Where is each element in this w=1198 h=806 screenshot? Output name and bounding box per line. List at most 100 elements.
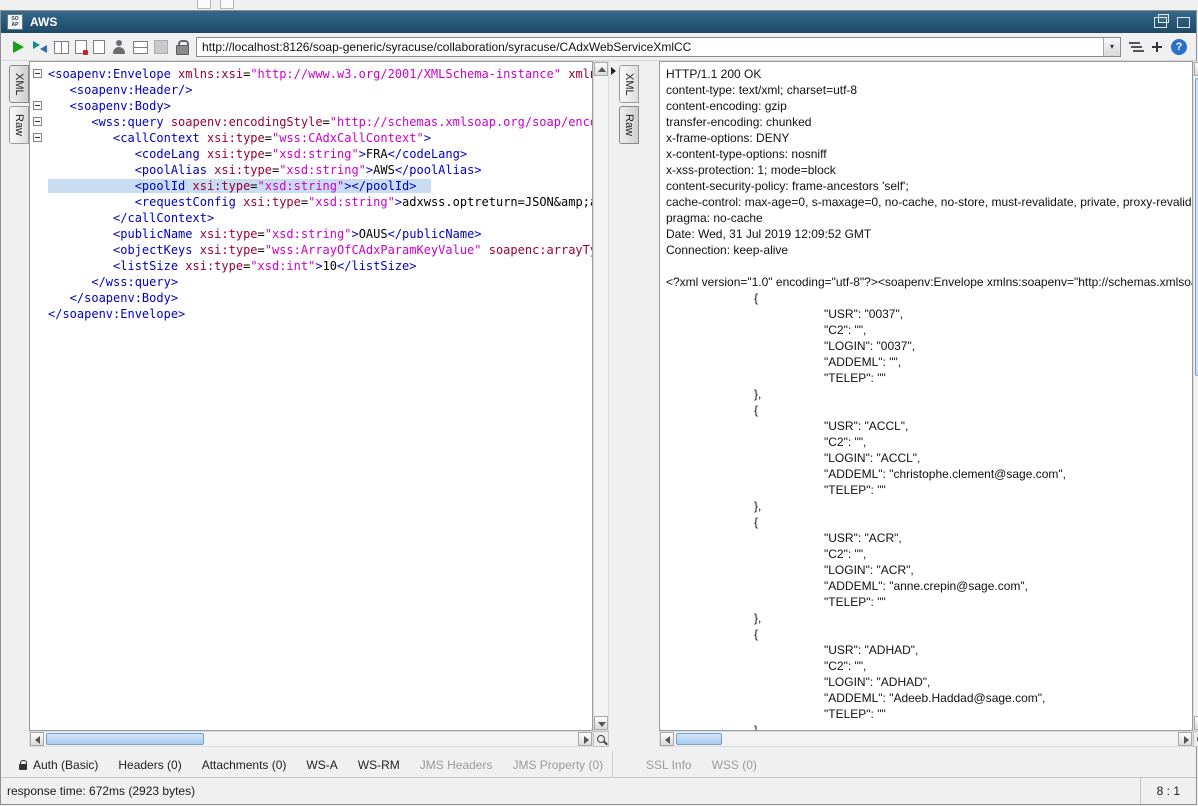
code-line: <requestConfig xsi:type="xsd:string">adx… xyxy=(30,194,592,210)
magnifier-icon[interactable] xyxy=(1193,731,1198,747)
response-text[interactable]: HTTP/1.1 200 OKcontent-type: text/xml; c… xyxy=(659,61,1193,731)
code-line: </wss:query> xyxy=(30,274,592,290)
code-line: <poolId xsi:type="xsd:string"></poolId> xyxy=(30,178,592,194)
status-bar: response time: 672ms (2923 bytes) 8 : 1 xyxy=(1,777,1196,804)
response-line: }, xyxy=(666,386,1192,402)
view-tab-xml[interactable]: XML xyxy=(619,65,639,103)
v-scrollbar[interactable] xyxy=(593,61,609,731)
play-icon[interactable] xyxy=(10,39,26,55)
response-line: content-security-policy: frame-ancestors… xyxy=(666,178,1192,194)
response-line: x-content-type-options: nosniff xyxy=(666,146,1192,162)
fold-marker[interactable] xyxy=(33,117,42,126)
response-line: "ADDEML": "christophe.clement@sage.com", xyxy=(666,466,1192,482)
v-scrollbar[interactable] xyxy=(1193,61,1198,731)
request-editor: <soapenv:Envelope xmlns:xsi="http://www.… xyxy=(29,61,609,747)
response-bottom-tabs: SSL InfoWSS (0) xyxy=(614,751,1196,778)
document-icon[interactable] xyxy=(93,40,105,54)
response-line: "TELEP": "" xyxy=(666,370,1192,386)
recreate-request-icon[interactable] xyxy=(75,40,87,54)
response-pane: XMLRaw HTTP/1.1 200 OKcontent-type: text… xyxy=(619,61,1189,747)
tab-attachments-0[interactable]: Attachments (0) xyxy=(192,754,297,776)
fold-marker[interactable] xyxy=(33,69,42,78)
scroll-up-button[interactable] xyxy=(594,62,608,76)
scroll-right-button[interactable] xyxy=(578,732,592,746)
view-tab-raw[interactable]: Raw xyxy=(619,106,639,144)
response-line: <?xml version="1.0" encoding="utf-8"?><s… xyxy=(666,274,1192,290)
split-view-icon[interactable] xyxy=(54,41,69,54)
endpoint-url-combo[interactable]: http://localhost:8126/soap-generic/syrac… xyxy=(196,37,1121,57)
code-line: <soapenv:Envelope xmlns:xsi="http://www.… xyxy=(30,66,592,82)
scrollbar-thumb[interactable] xyxy=(676,733,722,745)
fold-marker[interactable] xyxy=(33,101,42,110)
view-tab-raw[interactable]: Raw xyxy=(9,106,29,144)
code-line: <poolAlias xsi:type="xsd:string">AWS</po… xyxy=(30,162,592,178)
window-title: AWS xyxy=(30,15,1144,29)
inactive-icon xyxy=(154,40,168,54)
response-line: { xyxy=(666,402,1192,418)
response-line: Date: Wed, 31 Jul 2019 12:09:52 GMT xyxy=(666,226,1192,242)
response-line: "C2": "", xyxy=(666,322,1192,338)
auth-lock-icon xyxy=(19,760,28,770)
code-line: </soapenv:Envelope> xyxy=(30,306,592,322)
tab-auth-basic[interactable]: Auth (Basic) xyxy=(9,754,108,776)
response-line xyxy=(666,258,1192,274)
request-view-tabs: XML Raw xyxy=(9,65,29,147)
scroll-down-button[interactable] xyxy=(1194,716,1198,730)
response-line: "LOGIN": "ADHAD", xyxy=(666,674,1192,690)
tab-headers-0[interactable]: Headers (0) xyxy=(108,754,191,776)
scroll-up-button[interactable] xyxy=(1194,62,1198,76)
response-line: "C2": "", xyxy=(666,546,1192,562)
response-line: "LOGIN": "0037", xyxy=(666,338,1192,354)
response-line: "LOGIN": "ACR", xyxy=(666,562,1192,578)
response-line: x-xss-protection: 1; mode=block xyxy=(666,162,1192,178)
view-tab-xml[interactable]: XML xyxy=(9,65,29,103)
caret-position: 8 : 1 xyxy=(1140,778,1196,804)
code-line: <objectKeys xsi:type="wss:ArrayOfCAdxPar… xyxy=(30,242,592,258)
tab-jms-headers: JMS Headers xyxy=(410,754,503,776)
scroll-left-button[interactable] xyxy=(660,732,674,746)
h-scrollbar[interactable] xyxy=(29,731,593,747)
magnifier-icon[interactable] xyxy=(593,731,609,747)
response-line: "USR": "ACCL", xyxy=(666,418,1192,434)
response-line: cache-control: max-age=0, s-maxage=0, no… xyxy=(666,194,1192,210)
response-line: content-type: text/xml; charset=utf-8 xyxy=(666,82,1192,98)
response-line: "TELEP": "" xyxy=(666,706,1192,722)
scroll-right-button[interactable] xyxy=(1178,732,1192,746)
soapui-window: SO AP AWS http://localhost:8126/soap-gen… xyxy=(0,0,1198,806)
scroll-down-button[interactable] xyxy=(594,716,608,730)
fold-marker[interactable] xyxy=(33,133,42,142)
code-line: <soapenv:Body> xyxy=(30,98,592,114)
tab-ws-a[interactable]: WS-A xyxy=(296,754,347,776)
code-line: </soapenv:Body> xyxy=(30,290,592,306)
response-line: pragma: no-cache xyxy=(666,210,1192,226)
response-view-tabs: XML Raw xyxy=(619,65,639,147)
response-line: { xyxy=(666,514,1192,530)
tab-ws-rm[interactable]: WS-RM xyxy=(348,754,410,776)
resubmit-icon[interactable] xyxy=(32,39,48,55)
scroll-left-button[interactable] xyxy=(30,732,44,746)
maximize-window-icon[interactable] xyxy=(1177,17,1190,28)
help-icon[interactable] xyxy=(1171,39,1187,55)
response-line: "ADDEML": "Adeeb.Haddad@sage.com", xyxy=(666,690,1192,706)
user-icon[interactable] xyxy=(111,39,127,55)
response-line: "TELEP": "" xyxy=(666,594,1192,610)
add-icon[interactable] xyxy=(1149,39,1165,55)
scrollbar-thumb[interactable] xyxy=(46,733,204,745)
response-line: "C2": "", xyxy=(666,658,1192,674)
layout-icon[interactable] xyxy=(133,41,148,54)
request-code[interactable]: <soapenv:Envelope xmlns:xsi="http://www.… xyxy=(29,61,593,731)
request-pane: XML Raw <soapenv:Envelope xmlns:xsi="http… xyxy=(9,61,609,747)
endpoint-dropdown-button[interactable]: ▾ xyxy=(1103,38,1120,56)
endpoint-url[interactable]: http://localhost:8126/soap-generic/syrac… xyxy=(197,40,1103,54)
response-line: "ADDEML": "", xyxy=(666,354,1192,370)
code-line: </callContext> xyxy=(30,210,592,226)
response-line: x-frame-options: DENY xyxy=(666,130,1192,146)
float-window-icon[interactable] xyxy=(1154,17,1167,28)
tree-view-icon[interactable] xyxy=(1127,39,1143,55)
request-toolbar: http://localhost:8126/soap-generic/syrac… xyxy=(1,33,1196,61)
h-scrollbar[interactable] xyxy=(659,731,1193,747)
code-line: <wss:query soapenv:encodingStyle="http:/… xyxy=(30,114,592,130)
clipped-toolbar-sliver xyxy=(0,0,1198,10)
pane-splitter[interactable] xyxy=(609,61,619,747)
response-line: content-encoding: gzip xyxy=(666,98,1192,114)
